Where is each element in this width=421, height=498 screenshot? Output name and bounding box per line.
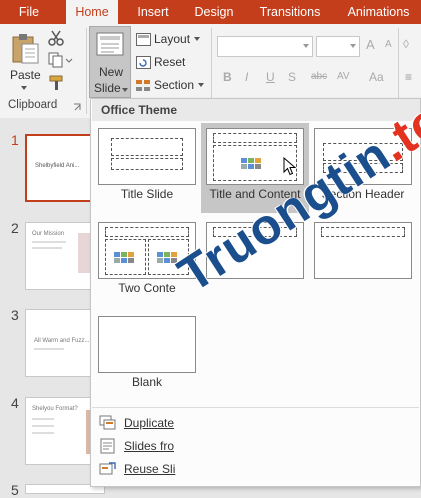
slide-number: 2 bbox=[11, 220, 19, 236]
layout-label: Two Conte bbox=[118, 281, 176, 295]
chevron-down-icon bbox=[194, 37, 200, 41]
tab-home[interactable]: Home bbox=[66, 0, 118, 24]
slide-thumbnail-title: All Warm and Fuzz... bbox=[34, 338, 90, 344]
layout-label: Blank bbox=[131, 375, 163, 389]
chevron-down-icon bbox=[122, 88, 128, 92]
dialog-launcher-icon[interactable] bbox=[73, 103, 82, 112]
layout-label: Title Slide bbox=[120, 187, 174, 201]
font-name-combo[interactable] bbox=[217, 36, 313, 57]
text-line bbox=[32, 425, 54, 427]
reuse-slides-item[interactable]: Reuse Sli bbox=[92, 458, 419, 480]
slide-thumbnail-title: Shelyou Format? bbox=[32, 406, 78, 412]
menu-item-label: Reuse Sli bbox=[124, 462, 176, 476]
slide-number: 5 bbox=[11, 482, 19, 498]
section-label: Section bbox=[154, 78, 195, 92]
format-painter-icon[interactable] bbox=[48, 74, 66, 92]
scissors-icon[interactable] bbox=[48, 30, 64, 46]
tab-design[interactable]: Design bbox=[186, 0, 242, 24]
chevron-down-icon bbox=[350, 44, 356, 48]
copy-icon[interactable] bbox=[48, 52, 74, 68]
bold-button[interactable]: B bbox=[223, 70, 232, 84]
text-line bbox=[32, 432, 54, 434]
grow-font-icon[interactable]: A bbox=[366, 37, 375, 52]
placeholder-box bbox=[111, 158, 183, 170]
layout-thumbnail bbox=[98, 316, 196, 373]
reuse-slides-icon bbox=[99, 462, 116, 475]
layout-label: Layout bbox=[154, 32, 191, 46]
paste-button[interactable]: Paste bbox=[6, 30, 44, 92]
reset-icon bbox=[136, 56, 151, 69]
layout-blank[interactable]: Blank bbox=[93, 311, 201, 401]
tab-insert[interactable]: Insert bbox=[126, 0, 180, 24]
layout-title-slide[interactable]: Title Slide bbox=[93, 123, 201, 213]
character-spacing-button[interactable]: AV bbox=[337, 71, 350, 82]
chevron-down-icon bbox=[198, 83, 204, 87]
tab-file[interactable]: File bbox=[0, 0, 58, 24]
chevron-down-icon bbox=[21, 86, 27, 90]
shrink-font-icon[interactable]: A bbox=[385, 39, 392, 50]
reset-label: Reset bbox=[154, 55, 186, 69]
placeholder-box bbox=[321, 227, 405, 237]
new-slide-label-bottom: Slide bbox=[94, 81, 121, 95]
slide-thumbnail-title: Our Mission bbox=[32, 231, 65, 237]
content-icons bbox=[114, 252, 134, 263]
text-line bbox=[34, 348, 64, 350]
new-slide-button[interactable]: New Slide bbox=[89, 26, 131, 98]
slide-thumbnail-panel: 1 Shelbyfield Ani... 2 Our Mission 3 All… bbox=[0, 118, 105, 498]
placeholder-box bbox=[213, 133, 297, 143]
menu-item-label: Slides fro bbox=[124, 439, 175, 453]
section-icon bbox=[136, 80, 150, 91]
font-size-combo[interactable] bbox=[316, 36, 360, 57]
layout-title-only[interactable] bbox=[309, 217, 417, 307]
menu-item-label: Duplicate bbox=[124, 416, 175, 430]
change-case-button[interactable]: Aa bbox=[369, 70, 384, 84]
shadow-button[interactable]: S bbox=[288, 70, 296, 84]
tab-animations[interactable]: Animations bbox=[336, 0, 421, 24]
placeholder-box bbox=[111, 138, 183, 156]
new-slide-label-top: New bbox=[99, 65, 124, 79]
text-line bbox=[32, 241, 66, 243]
text-direction-icon[interactable]: ≡ bbox=[405, 70, 412, 84]
paste-label: Paste bbox=[10, 68, 41, 82]
dropdown-header: Office Theme bbox=[92, 99, 420, 121]
content-icons bbox=[241, 158, 261, 169]
layout-thumbnail bbox=[314, 222, 412, 279]
slide-number: 3 bbox=[11, 307, 19, 323]
slide-number: 4 bbox=[11, 395, 19, 411]
ribbon-tab-bar: File Home Insert Design Transitions Anim… bbox=[0, 0, 421, 24]
placeholder-box bbox=[105, 227, 189, 237]
slide-thumbnail-title: Shelbyfield Ani... bbox=[35, 163, 80, 169]
chevron-down-icon bbox=[303, 44, 309, 48]
duplicate-slides-item[interactable]: Duplicate bbox=[92, 412, 419, 434]
slide-number: 1 bbox=[11, 132, 19, 148]
text-line bbox=[32, 247, 62, 249]
ribbon-divider bbox=[86, 28, 87, 114]
layout-thumbnail bbox=[98, 128, 196, 185]
underline-button[interactable]: U bbox=[266, 70, 275, 84]
clear-formatting-icon[interactable]: ◊ bbox=[403, 37, 409, 51]
text-line bbox=[32, 418, 54, 420]
new-slide-icon bbox=[96, 32, 124, 56]
tab-transitions[interactable]: Transitions bbox=[250, 0, 330, 24]
layout-icon bbox=[136, 33, 151, 46]
menu-separator bbox=[92, 407, 419, 408]
clipboard-group-label: Clipboard bbox=[8, 99, 58, 111]
strikethrough-button[interactable]: abc bbox=[311, 71, 327, 82]
slides-from-outline-item[interactable]: Slides fro bbox=[92, 435, 419, 457]
italic-button[interactable]: I bbox=[245, 70, 248, 84]
duplicate-slides-icon bbox=[99, 415, 116, 430]
outline-icon bbox=[100, 438, 115, 454]
clipboard-icon bbox=[12, 34, 39, 64]
